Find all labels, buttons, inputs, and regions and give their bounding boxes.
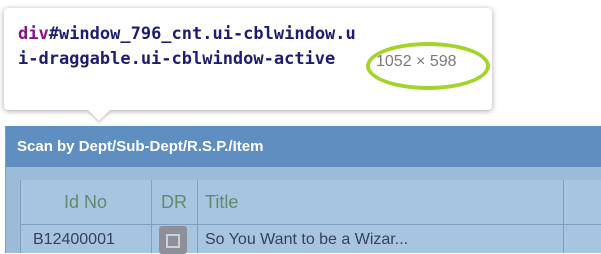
results-grid: Id No DR Title B12400001 So You Want to … [20,180,601,254]
element-selector: div#window_796_cnt.ui-cblwindow.ui-dragg… [18,22,358,72]
header-id-no[interactable]: Id No [20,180,151,224]
highlight-ring [366,42,490,90]
selector-id-classes: #window_796_cnt.ui-cblwindow.ui-draggabl… [18,24,356,69]
selector-tag: div [18,24,49,44]
table-row[interactable]: B12400001 So You Want to be a Wizar... [20,225,601,254]
header-title[interactable]: Title [205,180,405,224]
cell-title: So You Want to be a Wizar... [205,231,409,248]
cell-id-no: B12400001 [33,231,115,248]
window-titlebar[interactable]: Scan by Dept/Sub-Dept/R.S.P./Item [6,126,601,167]
header-dr[interactable]: DR [151,180,197,224]
tooltip-arrow [88,110,110,121]
grid-header: Id No DR Title [20,180,601,225]
scan-window[interactable]: Scan by Dept/Sub-Dept/R.S.P./Item Id No … [5,126,601,254]
devtools-inspect-tooltip: div#window_796_cnt.ui-cblwindow.ui-dragg… [4,8,492,110]
document-icon[interactable] [159,226,187,254]
